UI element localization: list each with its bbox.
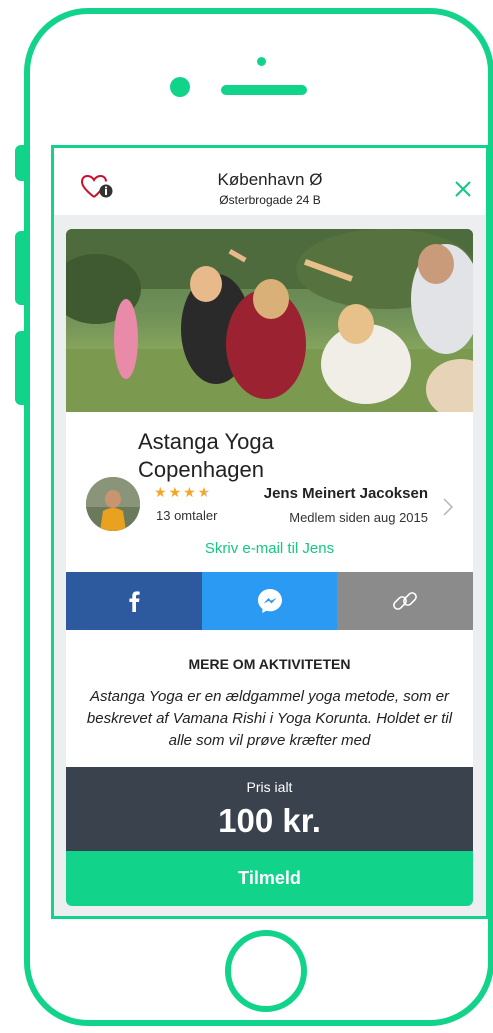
star-icon: ★: [154, 484, 169, 500]
share-facebook-button[interactable]: [66, 572, 202, 630]
close-icon[interactable]: [454, 180, 472, 198]
email-host-link[interactable]: Skriv e-mail til Jens: [66, 540, 473, 557]
header: København Ø Østerbrogade 24 B: [54, 148, 486, 215]
avatar[interactable]: [86, 477, 140, 531]
phone-speaker: [221, 85, 307, 95]
review-count[interactable]: 13 omtaler: [156, 508, 217, 523]
location-title: København Ø: [217, 170, 323, 189]
rating-stars: ★★★★: [154, 484, 212, 501]
host-name[interactable]: Jens Meinert Jacoksen: [264, 485, 428, 502]
share-messenger-button[interactable]: [201, 572, 338, 630]
link-icon: [393, 592, 418, 610]
phone-sensor: [257, 57, 266, 66]
member-since: Medlem siden aug 2015: [289, 510, 428, 525]
activity-photo: [66, 229, 473, 412]
price-bar: Pris ialt 100 kr.: [66, 767, 473, 851]
star-icon: ★: [183, 484, 198, 500]
signup-button[interactable]: Tilmeld: [66, 851, 473, 906]
price-label: Pris ialt: [246, 779, 293, 795]
phone-camera: [170, 77, 190, 97]
about-heading: MERE OM AKTIVITETEN: [188, 656, 351, 672]
phone-home-button[interactable]: [225, 930, 307, 1012]
activity-card: Astanga Yoga Copenhagen ★★★★ 13 omtaler …: [66, 229, 473, 906]
star-icon: ★: [168, 484, 184, 500]
messenger-icon: [257, 589, 282, 613]
copy-link-button[interactable]: [337, 572, 473, 630]
facebook-icon: [129, 591, 140, 612]
price-value: 100 kr.: [218, 802, 321, 839]
chevron-right-icon[interactable]: [442, 497, 454, 517]
star-half-icon: ★: [197, 484, 213, 500]
address-subtitle: Østerbrogade 24 B: [219, 193, 321, 207]
activity-title: Astanga Yoga Copenhagen: [138, 429, 274, 482]
share-bar: [66, 572, 473, 630]
app-screen: København Ø Østerbrogade 24 B Astanga Yo…: [51, 145, 489, 919]
about-text: Astanga Yoga er en ældgammel yoga metode…: [86, 688, 453, 749]
